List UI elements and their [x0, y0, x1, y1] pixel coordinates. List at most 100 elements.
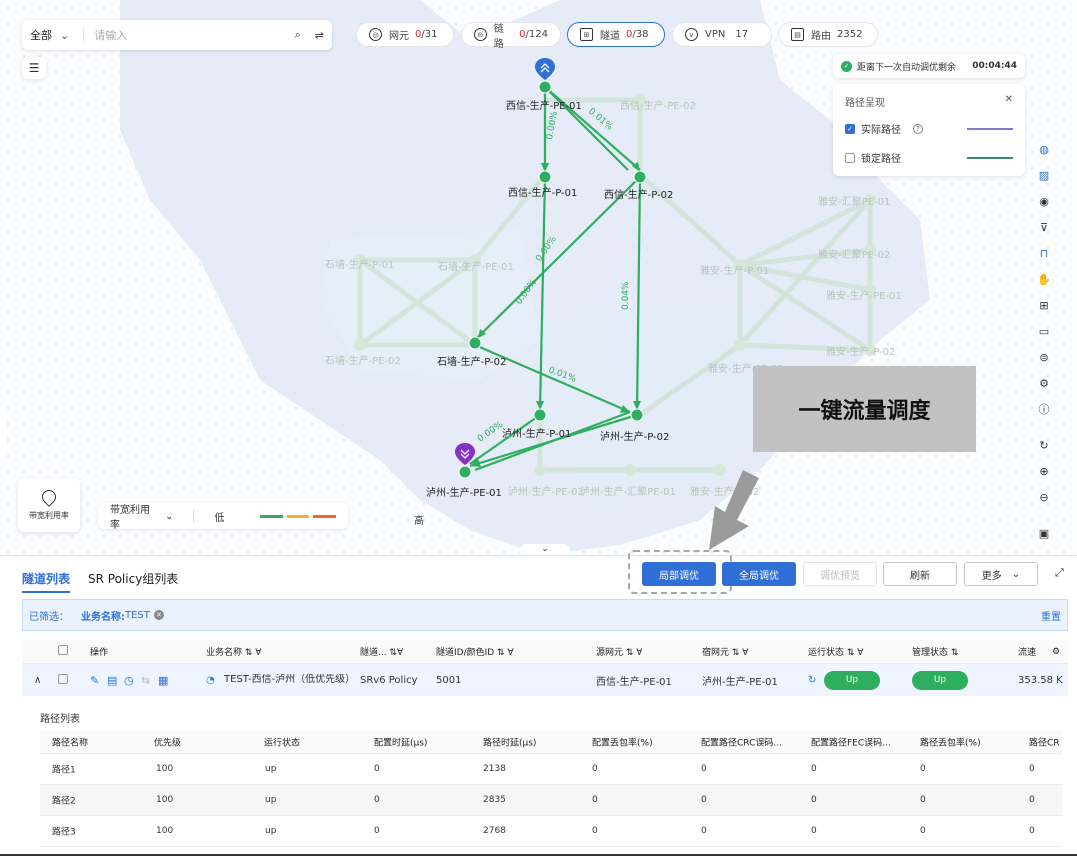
edit-icon[interactable]: ✎: [90, 674, 102, 687]
node-label[interactable]: 泸州-生产-PE-01: [426, 484, 502, 499]
col-run-status[interactable]: 运行状态 ⇅ ∀: [808, 645, 863, 658]
table-row[interactable]: ∧ ✎ ▤ ◷ ⇆ ▦ ◔ TEST-西信-泸州（低优先级） SRv6 Policy 5…: [22, 664, 1068, 696]
col-service-name[interactable]: 业务名称 ⇅ ∀: [206, 645, 261, 658]
stat-total: /124: [525, 29, 548, 40]
col-config-crc: 配置路径CRC误码...: [701, 738, 782, 748]
device-icon[interactable]: ⊜: [1035, 348, 1053, 366]
focus-icon[interactable]: ◉: [1035, 192, 1053, 210]
refresh-icon[interactable]: ↻: [1035, 436, 1053, 454]
node-label[interactable]: 西信-生产-P-02: [604, 186, 673, 201]
node-label-faint: 雅安-汇聚PE-01: [818, 197, 891, 208]
refresh-button[interactable]: 刷新: [883, 562, 957, 586]
table-row[interactable]: 路径2 100 up 0 2835 0 0 0 0 0: [40, 785, 1062, 816]
report-icon[interactable]: ▦: [158, 674, 170, 687]
legend-green-swatch: [260, 514, 283, 518]
node-label[interactable]: 泸州-生产-P-02: [600, 428, 669, 443]
bandwidth-legend-toggle[interactable]: 带宽利用率: [18, 478, 80, 532]
col-run-status: 运行状态: [264, 738, 301, 748]
node-label[interactable]: 西信-生产-PE-01: [506, 97, 582, 112]
tab-sr-policy-group[interactable]: SR Policy组列表: [88, 570, 178, 593]
collapse-panel-handle[interactable]: ⌄: [520, 544, 570, 555]
settings-icon[interactable]: ⚙: [1035, 374, 1053, 392]
tunnel-icon: ⊞: [580, 28, 593, 41]
hand-icon[interactable]: ✋: [1035, 270, 1053, 288]
cell: 0: [811, 795, 817, 805]
node-label[interactable]: 泸州-生产-P-01: [502, 425, 571, 440]
route-icon: ▤: [791, 28, 804, 41]
search-icon[interactable]: ⌕: [295, 28, 301, 42]
legend-select[interactable]: 带宽利用率: [110, 501, 157, 531]
history-icon[interactable]: ◷: [124, 674, 136, 687]
lock-icon[interactable]: ⊓: [1035, 244, 1053, 262]
more-dropdown[interactable]: 更多 ⌄: [964, 562, 1038, 586]
chevron-down-icon[interactable]: ⌄: [60, 29, 69, 42]
stat-label: 网元: [389, 31, 409, 42]
node-label[interactable]: 石墙-生产-P-02: [437, 353, 506, 368]
node-label-faint: 泸州-生产-汇聚PE-01: [580, 487, 676, 498]
reset-filter-link[interactable]: 重置: [1041, 608, 1061, 623]
globe-icon[interactable]: ◍: [1035, 140, 1053, 158]
close-icon[interactable]: ✕: [1005, 94, 1013, 109]
col-dest-ne[interactable]: 宿网元 ⇅ ∀: [702, 645, 748, 658]
column-settings-icon[interactable]: ⚙: [1052, 647, 1060, 657]
legend-low: 低: [214, 512, 225, 524]
node-label[interactable]: 西信-生产-P-01: [508, 184, 577, 199]
local-optimize-button[interactable]: 局部调优: [642, 562, 716, 586]
bottom-panel: 隧道列表 SR Policy组列表 局部调优 全局调优 调优预览 刷新 更多 ⌄…: [0, 550, 1077, 856]
topology-map[interactable]: 0.00% 0.01% 0.00% 0.00% 0.04% 0.01% 0.00…: [0, 0, 1077, 555]
stat-link[interactable]: ⊖ 链路 0 /124: [461, 22, 561, 50]
row-checkbox[interactable]: [58, 673, 74, 687]
admin-status-pill: Up: [912, 670, 968, 690]
auto-opt-countdown: ✓ 距离下一次自动调优剩余 00:04:44: [833, 54, 1025, 78]
select-all-checkbox[interactable]: [58, 645, 74, 658]
actual-path-checkbox[interactable]: ✓: [845, 123, 855, 134]
cell-dest-ne: 泸州-生产-PE-01: [702, 676, 778, 688]
col-source-ne[interactable]: 源网元 ⇅ ∀: [596, 645, 642, 658]
outline-toggle-icon[interactable]: ☰: [22, 57, 46, 79]
optimize-preview-button[interactable]: 调优预览: [803, 562, 877, 586]
chevron-down-icon[interactable]: ⌄: [165, 511, 173, 522]
filter-settings-icon[interactable]: ⇌: [315, 29, 324, 42]
stat-tunnel[interactable]: ⊞ 隧道 0 /38: [567, 22, 665, 47]
info-icon[interactable]: ⓘ: [1035, 400, 1053, 418]
zoom-in-icon[interactable]: ⊕: [1035, 462, 1053, 480]
table-row[interactable]: 路径1 100 up 0 2138 0 0 0 0 0: [40, 754, 1062, 785]
search-input[interactable]: 请输入: [83, 27, 280, 43]
switch-icon[interactable]: ⇆: [141, 674, 153, 687]
actual-path-label: 实际路径: [861, 125, 901, 136]
global-optimize-button[interactable]: 全局调优: [722, 562, 796, 586]
tab-tunnel-list[interactable]: 隧道列表: [22, 570, 71, 593]
table-row[interactable]: 路径3 100 up 0 2768 0 0 0 0 0: [40, 816, 1062, 847]
layer-hatch-icon[interactable]: ▨: [1035, 166, 1053, 184]
search-scope-select[interactable]: 全部: [30, 27, 52, 43]
cell: 0: [920, 795, 926, 805]
col-tunnel-type[interactable]: 隧道... ⇅∀: [360, 645, 403, 658]
filter-bar: 已筛选： 业务名称: TEST ✕ 重置: [22, 599, 1068, 631]
col-rate[interactable]: 流速: [1018, 645, 1036, 658]
grid-icon[interactable]: ⊞: [1035, 296, 1053, 314]
stat-vpn[interactable]: v VPN 17: [672, 22, 772, 47]
col-config-delay: 配置时延(μs): [374, 738, 428, 748]
cell: 100: [156, 764, 174, 774]
zoom-out-icon[interactable]: ⊖: [1035, 488, 1053, 506]
locked-path-checkbox[interactable]: [845, 152, 855, 163]
stat-route[interactable]: ▤ 路由 2352: [778, 22, 878, 47]
image-export-icon[interactable]: ▣: [1035, 524, 1053, 542]
stat-ne[interactable]: ◎ 网元 0 /31: [356, 22, 454, 47]
remove-filter-icon[interactable]: ✕: [153, 610, 164, 620]
detail-icon[interactable]: ▤: [107, 674, 119, 687]
fullscreen-icon[interactable]: ⤢: [1055, 566, 1064, 580]
help-icon[interactable]: ?: [913, 123, 923, 134]
filter-icon[interactable]: ⊽: [1035, 218, 1053, 236]
filter-label: 已筛选：: [29, 611, 69, 623]
col-tunnel-id[interactable]: 隧道ID/颜色ID ⇅ ∀: [436, 645, 514, 658]
collapse-row-icon[interactable]: ∧: [34, 675, 41, 686]
droplet-icon: [39, 486, 59, 507]
cell: 路径2: [52, 796, 76, 807]
cell: 0: [374, 795, 380, 805]
col-admin-status[interactable]: 管理状态 ⇅: [912, 645, 958, 658]
save-icon[interactable]: ▭: [1035, 322, 1053, 340]
left-panel-handle[interactable]: [0, 408, 6, 458]
path-list-title: 路径列表: [40, 714, 80, 725]
refresh-status-icon[interactable]: ↻: [808, 675, 816, 686]
